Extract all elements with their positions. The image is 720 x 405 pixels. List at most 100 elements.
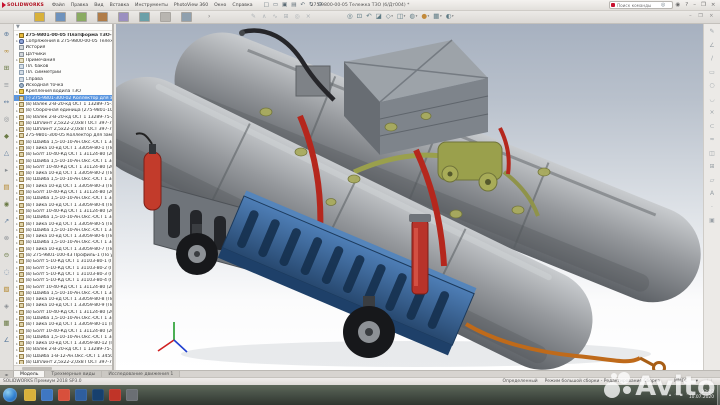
minimize-icon[interactable]: –: [693, 2, 696, 8]
tree-item[interactable]: ▸(в) Гайка 10-кд ОСТ 1 33059-80-7 (По ум…: [14, 246, 112, 252]
resize-grip-icon[interactable]: ⋮⋮: [705, 379, 714, 384]
tree-item[interactable]: ▸275-9801-300-05 Коллектор для замеров-1…: [14, 133, 112, 139]
command-search[interactable]: ◎: [608, 1, 673, 9]
tree-item[interactable]: ▸(в) Шайба 1-В-12-Ан.Окс.-ОСТ 1 34509-80…: [14, 353, 112, 359]
tree-item[interactable]: ▸(в) Болт 5-10-Кд ОСТ 1 31103-80-1 (По у…: [14, 259, 112, 265]
tree-item[interactable]: ▸(в) Валек 2-В-20-кд ОСТ 1 13289-75-3 (П…: [14, 347, 112, 353]
tree-item[interactable]: ▸(в) Болт 5-10-Кд ОСТ 1 31103-80-3 (По у…: [14, 271, 112, 277]
tree-item[interactable]: ▸(в) Шайба 1,5-10-10-Ан.Окс.-ОСТ 1 34509…: [14, 215, 112, 221]
units-selector[interactable]: ММГС ▾: [667, 379, 698, 384]
view-orientation-icon[interactable]: ◇ ▾: [386, 12, 393, 20]
tray-icon-2[interactable]: ◦: [674, 393, 677, 398]
tree-item[interactable]: ▸(в) Сборочная единица (275-9801-100-05 …: [14, 108, 112, 114]
tree-item[interactable]: ▸(в) Шайба 1,5-10-10-Ан.Окс.-ОСТ 1 34509…: [14, 158, 112, 164]
tree-item[interactable]: ▸(в) Болт 10-40-Кд ОСТ 1 31124-80 (2021А…: [14, 189, 112, 196]
tree-item[interactable]: ▸(в) Гайка 10-кд ОСТ 1 33059-80-6 (По ум…: [14, 234, 112, 240]
graphics-viewport[interactable]: [116, 24, 703, 370]
arc-icon[interactable]: ◡: [709, 93, 714, 107]
interference-detection-icon[interactable]: ⊗: [4, 230, 9, 247]
menu-photoview-360[interactable]: PhotoView 360: [174, 3, 208, 8]
tree-item[interactable]: ▸(в) Болт 10-40-Кд ОСТ 1 31124-80 (2021А…: [14, 309, 112, 315]
mirror-entities-icon[interactable]: ◫: [709, 147, 715, 161]
point-icon[interactable]: ·: [711, 201, 713, 215]
menu-вставка[interactable]: Вставка: [110, 3, 129, 8]
tree-item[interactable]: ▸(в) Болт 10-40-Кд ОСТ 1 31124-80 (2021А…: [14, 152, 112, 158]
linear-pattern-icon[interactable]: ⊞: [4, 60, 9, 77]
tab-propertymanager[interactable]: [55, 12, 66, 22]
selected-tool-icon[interactable]: ▣: [709, 214, 715, 228]
assembly-visualization-icon[interactable]: ▧: [3, 281, 9, 298]
new-document-icon[interactable]: □: [264, 1, 269, 10]
tab-cam[interactable]: [139, 12, 150, 22]
taskbar-clock[interactable]: 23:23 10.07.2020: [689, 390, 714, 400]
explode-line-icon[interactable]: ↗: [4, 213, 9, 230]
mate-icon[interactable]: ∞: [4, 43, 9, 60]
tree-item[interactable]: ▸(в) Болт 5-10-Кд ОСТ 1 31103-80-2 (По у…: [14, 265, 112, 271]
tree-item[interactable]: ▸(в) Болт 10-40-Кд ОСТ 1 31124-80 (2021А…: [14, 208, 112, 214]
start-button[interactable]: [3, 388, 17, 402]
search-icon[interactable]: ◎: [661, 2, 665, 8]
move-component-icon[interactable]: ↔: [4, 94, 9, 111]
tab-featuremanager[interactable]: [34, 12, 45, 22]
tree-item[interactable]: ▸Сопряжения в 275-9800-00-05 Тележка ТЗО: [14, 38, 112, 44]
user-account-icon[interactable]: ◉: [675, 2, 680, 8]
insert-components-icon[interactable]: ⊕: [4, 26, 9, 43]
tree-item[interactable]: ▸(в) Гайка 10-кд ОСТ 1 33059-80-5 (По ум…: [14, 221, 112, 227]
menu-справка[interactable]: Справка: [232, 3, 252, 8]
zoom-area-icon[interactable]: ⊡: [357, 12, 362, 20]
tree-item[interactable]: ▾275-9801-00-05 Платформа ТЗО-1 (По умол…: [14, 32, 112, 38]
search-input[interactable]: [616, 2, 661, 8]
internet-explorer-icon[interactable]: [40, 389, 53, 401]
restore-icon[interactable]: ❐: [701, 2, 706, 8]
tree-item[interactable]: ▸(в) Болт 10-40-Кд ОСТ 1 31124-80 (2021А…: [14, 164, 112, 170]
motion-study-icon[interactable]: ▸: [5, 162, 8, 179]
tree-item[interactable]: ▸(в) Валек 2-В-20-кд ОСТ 1 13289-75-1 (П…: [14, 101, 112, 107]
menu-файл[interactable]: Файл: [52, 3, 65, 8]
tree-item[interactable]: ▸(в) Гайка 10-кд ОСТ 1 33059-80-11 (По у…: [14, 322, 112, 328]
app-gray-icon[interactable]: [125, 389, 138, 401]
tab-configurationmanager[interactable]: [76, 12, 87, 22]
exploded-view-icon[interactable]: ◉: [4, 196, 10, 213]
doc-minimize-icon[interactable]: –: [689, 13, 692, 19]
tree-item[interactable]: ▸(в) Шайба 1,5-10-10-Ан.Окс.-ОСТ 1 34509…: [14, 227, 112, 233]
tree-item[interactable]: ▸(в) Шплинт 2,5х22-2,0х8 ГОСТ 397-79-3 (…: [14, 359, 112, 364]
tree-item[interactable]: ▸(в) Шайба 1,5-10-10-Ан.Окс.-ОСТ 1 34509…: [14, 290, 112, 296]
circle-icon[interactable]: ○: [709, 79, 714, 93]
open-document-icon[interactable]: ▭: [273, 1, 278, 10]
app-darkblue-icon[interactable]: [91, 389, 104, 401]
filter-funnel-icon[interactable]: ▼: [16, 24, 20, 30]
tree-item[interactable]: ▸(-) 275-9801-300-02 Коллектор для замер…: [14, 94, 112, 102]
display-style-icon[interactable]: ◫ ▾: [397, 12, 405, 20]
previous-view-icon[interactable]: ↶: [366, 12, 371, 20]
view-settings-icon[interactable]: ◐ ▾: [446, 12, 454, 20]
doc-restore-icon[interactable]: ❐: [698, 13, 702, 19]
tree-item[interactable]: ▸(в) Болт 5-10-Кд ОСТ 1 31103-80-4 (По у…: [14, 278, 112, 284]
reference-geometry-icon[interactable]: △: [4, 145, 9, 162]
tree-item[interactable]: ▸(в) Шайба 1,5-10-10-Ан.Окс.-ОСТ 1 34509…: [14, 315, 112, 321]
smart-dimension-icon[interactable]: ∠: [709, 39, 714, 53]
sketch-icon[interactable]: ✎: [709, 25, 714, 39]
tree-item[interactable]: ▸(в) Гайка 10-кд ОСТ 1 33059-80-9 (По ум…: [14, 303, 112, 309]
offset-entities-icon[interactable]: ≈: [709, 133, 714, 147]
tree-item[interactable]: ▸(в) Болт 10-40-Кд ОСТ 1 31124-80 (2021А…: [14, 328, 112, 334]
tab-dimxpertmanager[interactable]: [97, 12, 108, 22]
tab-overflow-icon[interactable]: ›: [208, 13, 210, 20]
menu-вид[interactable]: Вид: [94, 3, 103, 8]
tree-item[interactable]: ▸(в) Гайка 10-кд ОСТ 1 33059-80-3 (По ум…: [14, 183, 112, 189]
menu-окно[interactable]: Окно: [214, 3, 226, 8]
tree-item[interactable]: ▸(в) Шайба 1,5-10-10-Ан.Окс.-ОСТ 1 34509…: [14, 177, 112, 183]
tree-item[interactable]: ▸(в) Гайка 10-кд ОСТ 1 33059-80-8 (По ум…: [14, 296, 112, 303]
edit-appearance-icon[interactable]: ● ▾: [421, 12, 429, 20]
apply-scene-icon[interactable]: ▦ ▾: [433, 12, 441, 20]
zoom-fit-icon[interactable]: ◎: [347, 12, 353, 20]
tree-item[interactable]: ▸(в) Шайба 1,5-10-10-Ан.Окс.-ОСТ 1 34509…: [14, 196, 112, 202]
close-icon[interactable]: ×: [711, 2, 716, 8]
plane-icon[interactable]: ▱: [710, 174, 715, 188]
file-explorer-icon[interactable]: [23, 389, 36, 401]
tray-icon-3[interactable]: ▪: [680, 393, 683, 398]
menu-инструменты[interactable]: Инструменты: [135, 3, 168, 8]
solidworks-icon[interactable]: [108, 389, 121, 401]
tree-item[interactable]: ▸(в) 275-9801-100-43 Профиль-1 (По умолч…: [14, 252, 112, 259]
bill-of-materials-icon[interactable]: ▤: [3, 179, 9, 196]
undo-icon[interactable]: ↶: [300, 1, 305, 10]
